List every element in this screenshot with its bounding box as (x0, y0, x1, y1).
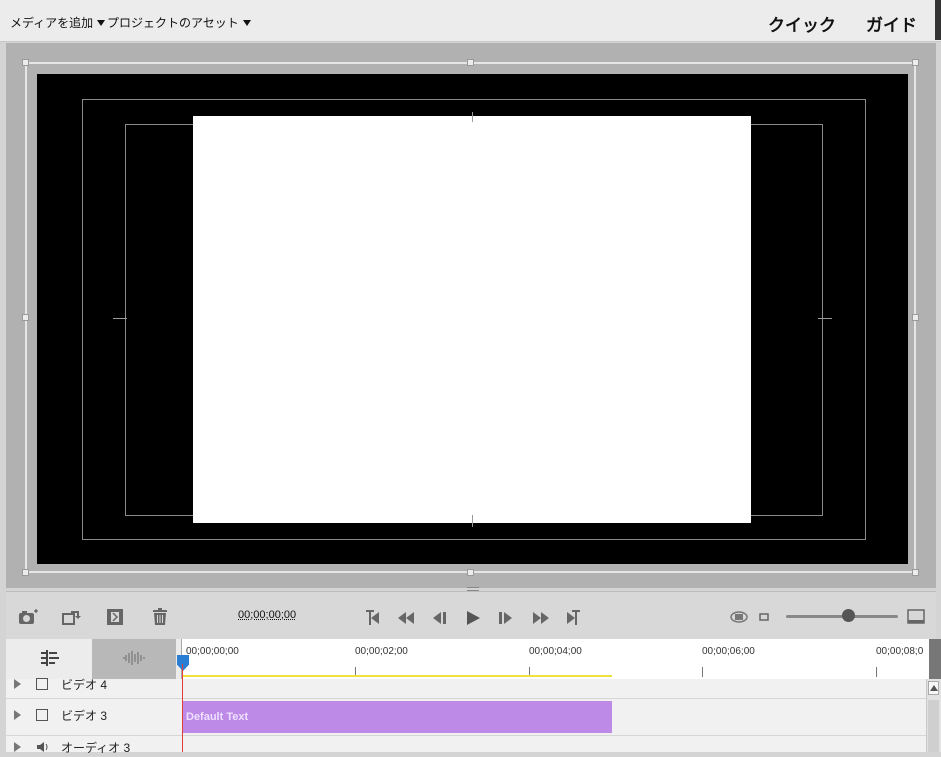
timeline-view-icon[interactable] (38, 648, 62, 668)
resize-handle-top-left[interactable] (22, 59, 29, 66)
chevron-down-icon (242, 19, 251, 26)
project-assets-menu[interactable]: プロジェクトのアセット (107, 14, 251, 31)
step-back-icon[interactable] (429, 608, 449, 628)
track-header-video-3[interactable]: ビデオ 3 (6, 705, 182, 725)
resize-handle-bottom-right[interactable] (912, 569, 919, 576)
play-icon[interactable] (463, 608, 483, 628)
film-icon (36, 709, 48, 721)
ruler-label: 00;00;06;00 (702, 646, 755, 657)
mode-quick-tab[interactable]: クイック (768, 11, 836, 36)
zoom-out-icon[interactable] (758, 611, 770, 623)
expand-triangle-icon[interactable] (14, 679, 21, 689)
trash-icon[interactable] (149, 607, 171, 627)
add-media-menu[interactable]: メディアを追加 (10, 14, 106, 31)
center-mark-bottom (472, 515, 473, 527)
center-mark-left (113, 318, 127, 319)
zoom-in-icon[interactable] (906, 608, 926, 626)
scrollbar-thumb[interactable] (928, 700, 939, 752)
chevron-down-icon (97, 19, 106, 26)
rewind-icon[interactable] (395, 608, 417, 628)
resize-handle-bottom-left[interactable] (22, 569, 29, 576)
scroll-up-icon[interactable] (928, 681, 939, 695)
ruler-label: 00;00;04;00 (529, 646, 582, 657)
track-divider (6, 698, 926, 699)
playhead-line[interactable] (182, 664, 183, 752)
ruler-label: 00;00;00;00 (186, 646, 239, 657)
expand-triangle-icon[interactable] (14, 742, 21, 752)
track-header-audio-3[interactable]: オーディオ 3 (6, 737, 182, 757)
zoom-slider-knob[interactable] (841, 609, 855, 622)
current-timecode[interactable]: 00;00;00;00 (238, 609, 296, 621)
timeline-ruler[interactable]: 00;00;00;00 00;00;02;00 00;00;04;00 00;0… (182, 639, 929, 679)
resize-handle-top[interactable] (467, 59, 474, 66)
resize-handle-bottom[interactable] (467, 569, 474, 576)
ruler-tick (702, 667, 703, 677)
text-clip[interactable]: Default Text (182, 701, 612, 733)
track-name: ビデオ 3 (61, 708, 108, 723)
go-to-end-icon[interactable] (564, 608, 584, 628)
track-header-video-4[interactable]: ビデオ 4 (6, 674, 182, 694)
work-area-bar[interactable] (182, 675, 612, 677)
step-forward-icon[interactable] (496, 608, 516, 628)
center-mark-right (818, 318, 832, 319)
fast-forward-icon[interactable] (530, 608, 552, 628)
ruler-scroll-edge[interactable] (929, 639, 941, 679)
resize-handle-left[interactable] (22, 314, 29, 321)
resize-handle-top-right[interactable] (912, 59, 919, 66)
track-divider (6, 735, 926, 736)
top-menu-bar: メディアを追加 プロジェクトのアセット クイック ガイド (0, 0, 941, 42)
audio-waveform-icon (120, 648, 148, 668)
ruler-label: 00;00;02;00 (355, 646, 408, 657)
project-assets-label: プロジェクトのアセット (107, 16, 239, 30)
resize-handle-right[interactable] (912, 314, 919, 321)
smartfix-icon[interactable] (104, 607, 126, 627)
track-name: オーディオ 3 (61, 740, 131, 755)
ruler-tick (876, 667, 877, 677)
mode-guided-tab[interactable]: ガイド (866, 11, 917, 36)
text-clip-canvas[interactable] (193, 116, 751, 523)
expand-triangle-icon[interactable] (14, 710, 21, 720)
add-media-label: メディアを追加 (10, 16, 94, 30)
track-name: ビデオ 4 (61, 677, 108, 692)
ruler-label: 00;00;08;0 (876, 646, 924, 657)
rotate-icon[interactable] (61, 607, 83, 627)
go-to-start-icon[interactable] (362, 608, 382, 628)
render-preview-icon[interactable] (729, 609, 749, 625)
center-mark-top (472, 112, 473, 122)
camera-icon[interactable] (17, 607, 41, 627)
film-icon (36, 678, 48, 690)
expert-tab-edge[interactable] (935, 0, 941, 40)
